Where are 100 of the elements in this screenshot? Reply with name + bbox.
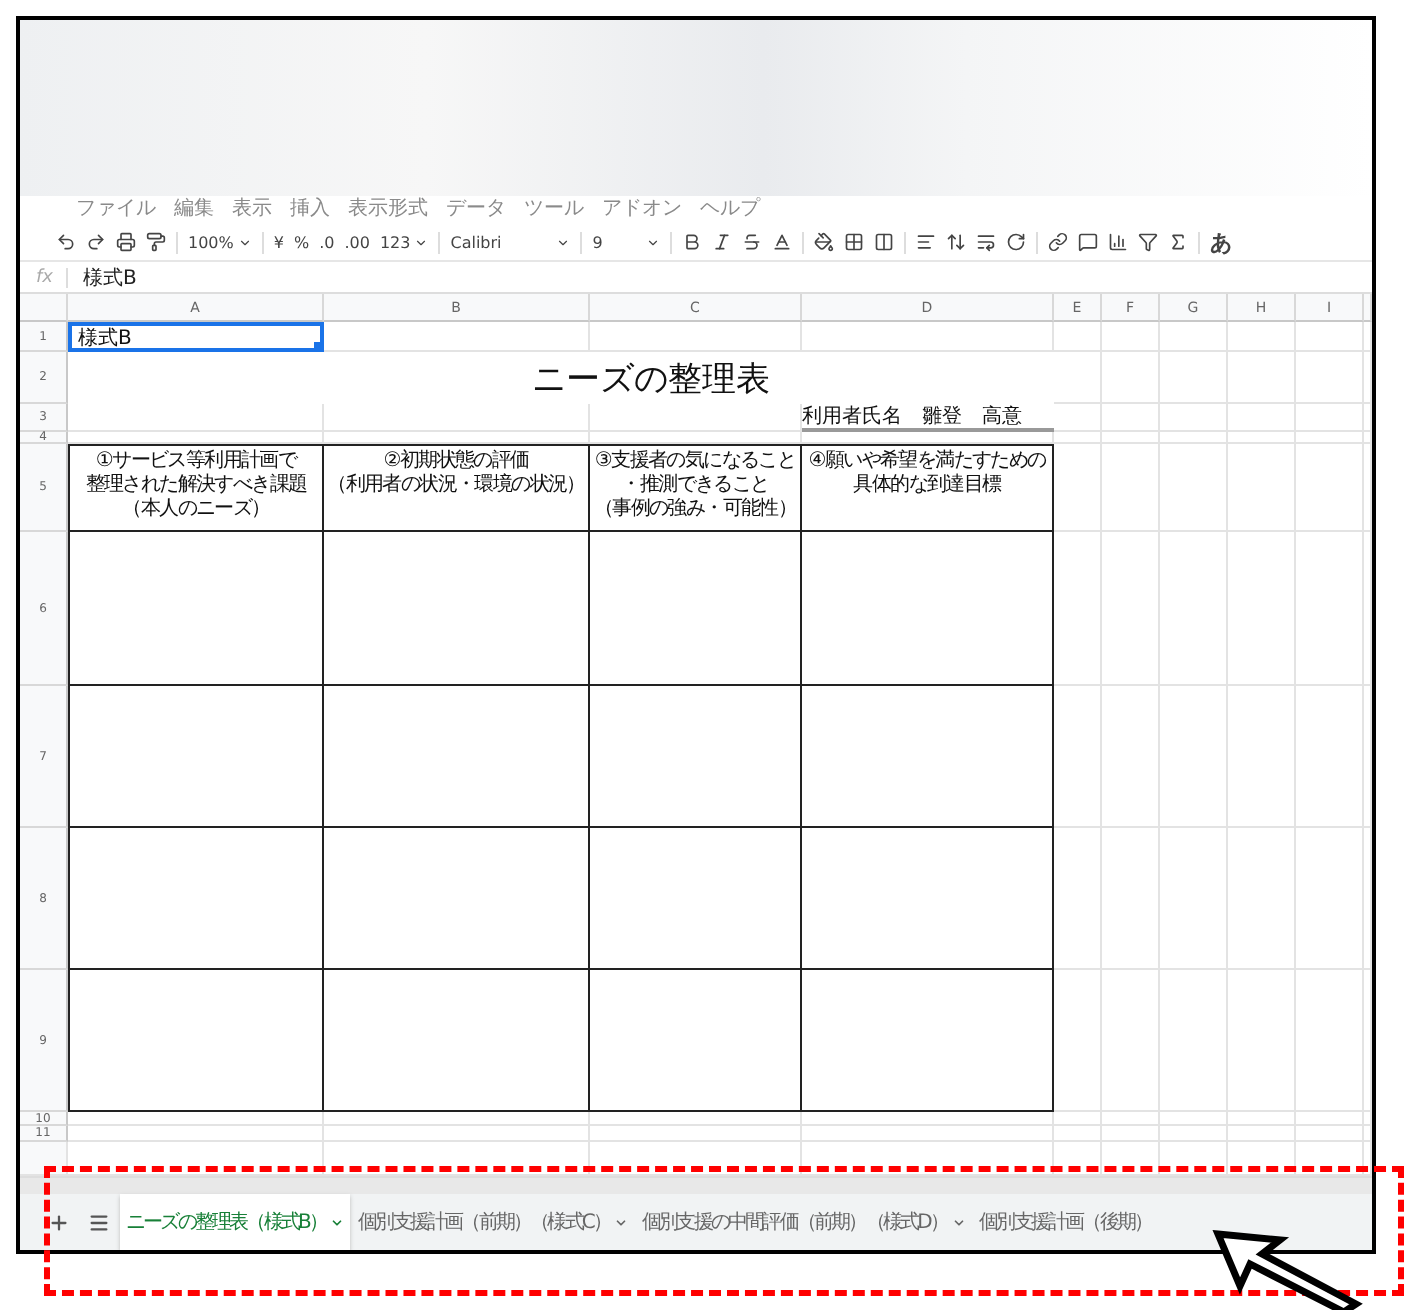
paint-bucket-icon[interactable] [814,232,835,252]
sheet-cell[interactable] [1102,352,1160,404]
sheet-cell[interactable] [1364,444,1372,532]
sheet-cell[interactable] [1228,1112,1296,1126]
strikethrough-icon[interactable] [742,232,763,252]
input-mode-button[interactable]: あ [1210,227,1233,257]
sheet-cell[interactable] [1102,1112,1160,1126]
sheet-cell[interactable] [1160,404,1228,432]
sheet-tab[interactable]: 個別支援計画（後期） [973,1194,1158,1250]
link-icon[interactable] [1048,232,1069,252]
sheet-cell[interactable] [1296,532,1364,686]
sheet-cell[interactable] [1160,432,1228,444]
sheet-cell[interactable] [1102,970,1160,1112]
sheet-cell[interactable] [1364,532,1372,686]
sheet-cell[interactable] [1296,1112,1364,1126]
sheet-cell[interactable] [1364,970,1372,1112]
bold-icon[interactable] [682,232,703,252]
sheet-cell[interactable] [590,1126,802,1142]
sheet-cell[interactable] [1296,970,1364,1112]
sheet-cell[interactable] [1102,1126,1160,1142]
sheet-cell[interactable] [1228,532,1296,686]
sheet-cell[interactable] [68,404,324,432]
sheet-cell[interactable] [1296,432,1364,444]
sheet-cell[interactable] [1228,404,1296,432]
align-left-icon[interactable] [916,232,937,252]
sheet-cell[interactable] [1054,432,1102,444]
sheet-cell[interactable] [1054,404,1102,432]
sheet-cell[interactable] [1160,828,1228,970]
sheet-cell[interactable] [1228,352,1296,404]
fill-handle[interactable] [314,342,324,352]
sheet-cell[interactable] [1160,532,1228,686]
redo-icon[interactable] [86,232,106,252]
borders-icon[interactable] [844,232,865,252]
sheet-cell[interactable] [1160,444,1228,532]
row-header[interactable] [20,1142,68,1176]
sheet-cell[interactable] [1296,352,1364,404]
select-all-corner[interactable] [20,294,68,322]
sheet-cell[interactable] [1160,352,1228,404]
filter-icon[interactable] [1138,232,1159,252]
percent-button[interactable]: % [293,233,310,251]
sheet-cell[interactable] [1364,686,1372,828]
sheet-cell[interactable] [68,1126,324,1142]
sheet-tab[interactable]: 個別支援の中間評価（前期）（様式D） [636,1194,972,1250]
sheet-cell[interactable] [1160,1112,1228,1126]
menu-item[interactable]: ツール [524,200,584,220]
sheet-cell[interactable] [1296,828,1364,970]
sheet-cell[interactable] [1364,404,1372,432]
menu-item[interactable]: 挿入 [290,200,330,220]
sheet-cell[interactable] [1296,686,1364,828]
sheet-cell[interactable] [1364,432,1372,444]
sheet-cell[interactable] [1296,444,1364,532]
sheet-tab[interactable]: ニーズの整理表（様式B） [120,1194,351,1250]
text-color-icon[interactable] [772,232,793,252]
sheet-cell[interactable] [1296,1126,1364,1142]
sheet-cell[interactable] [1160,686,1228,828]
sheet-cell[interactable] [1160,1126,1228,1142]
sheet-cell[interactable] [1296,404,1364,432]
currency-button[interactable]: ¥ [273,233,284,251]
menu-item[interactable]: データ [446,200,506,220]
sheet-cell[interactable] [1102,444,1160,532]
merge-icon[interactable] [874,232,895,252]
sheet-cell[interactable] [1228,686,1296,828]
sheet-cell[interactable] [1228,1126,1296,1142]
sheet-cell[interactable] [1102,686,1160,828]
sheet-cell[interactable] [1228,444,1296,532]
increase-decimal-button[interactable]: .00 [344,233,370,251]
menu-item[interactable]: ヘルプ [700,200,760,220]
sheet-cell[interactable] [802,1126,1054,1142]
zoom-dropdown[interactable]: 100% [188,233,252,251]
horizontal-scrollbar[interactable] [20,1176,1372,1194]
formula-field[interactable]: 様式B [83,263,137,291]
sheet-cell[interactable] [1228,828,1296,970]
menu-item[interactable]: 編集 [174,200,214,220]
column-header[interactable] [1364,294,1372,322]
comment-icon[interactable] [1078,232,1099,252]
sheet-cell[interactable] [1054,1112,1102,1126]
printer-icon[interactable] [116,232,136,252]
paint-roller-icon[interactable] [146,232,166,252]
sheet-cell[interactable] [1228,432,1296,444]
sheet-cell[interactable] [1364,1112,1372,1126]
sheet-cell[interactable] [324,404,590,432]
decrease-decimal-button[interactable]: .0 [319,233,335,251]
chart-icon[interactable] [1108,232,1129,252]
menu-item[interactable]: 表示 [232,200,272,220]
sheet-tab[interactable]: 個別支援計画（前期）（様式C） [352,1194,635,1250]
sheet-cell[interactable] [1102,828,1160,970]
sheet-cell[interactable] [1054,352,1102,404]
sheet-cell[interactable] [1228,970,1296,1112]
sheet-cell[interactable] [1364,1126,1372,1142]
sigma-icon[interactable] [1168,232,1189,252]
sheet-cell[interactable] [1102,432,1160,444]
sheet-cell[interactable] [1102,532,1160,686]
sheet-cell[interactable] [1102,404,1160,432]
sheet-cell[interactable] [590,404,802,432]
menu-item[interactable]: ファイル [76,200,156,220]
sheet-cell[interactable] [1364,352,1372,404]
sheet-cell[interactable] [324,1126,590,1142]
menu-item[interactable]: アドオン [602,200,682,220]
table-cell[interactable]: 様式B [68,322,324,352]
menu-item[interactable]: 表示形式 [348,200,428,220]
